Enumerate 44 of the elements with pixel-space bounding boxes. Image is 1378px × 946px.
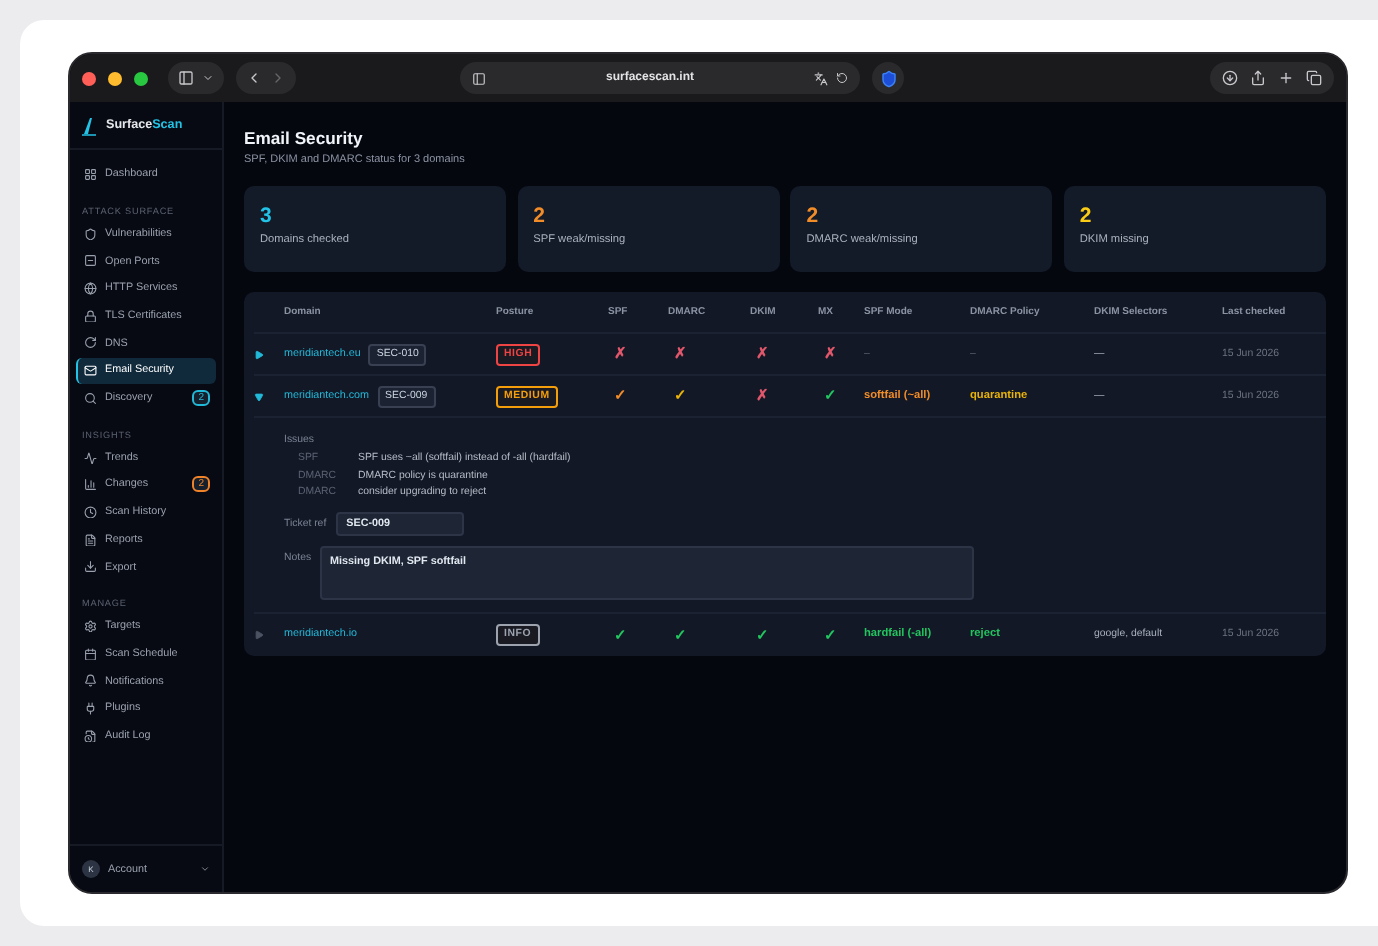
grid-icon	[84, 168, 97, 181]
tabs-icon[interactable]	[1306, 70, 1322, 86]
shield-icon	[879, 69, 897, 87]
stat-value: 3	[260, 204, 274, 228]
extension-button[interactable]	[872, 62, 904, 94]
bar-chart-icon	[84, 478, 97, 492]
share-icon[interactable]	[1250, 70, 1266, 86]
plug-icon	[84, 702, 97, 715]
forward-icon[interactable]	[270, 70, 286, 86]
stat-value: 2	[533, 204, 547, 228]
download-icon[interactable]	[1222, 70, 1238, 86]
close-dot[interactable]	[82, 71, 96, 85]
caret-icon	[200, 864, 210, 874]
logo-icon	[82, 115, 96, 135]
maximize-dot[interactable]	[134, 71, 148, 85]
minimize-dot[interactable]	[108, 71, 122, 85]
plus-icon[interactable]	[1278, 70, 1294, 86]
document-icon	[84, 533, 97, 547]
clock-icon	[84, 505, 97, 519]
lock-icon	[84, 309, 97, 323]
document-icon	[84, 729, 97, 743]
translate-icon[interactable]	[814, 71, 828, 85]
back-icon[interactable]	[246, 70, 262, 86]
mail-icon	[84, 364, 97, 378]
window-icon	[84, 254, 97, 268]
search-icon	[84, 391, 97, 405]
sidebar-icon	[178, 70, 194, 86]
gear-icon	[84, 619, 97, 633]
refresh-icon	[84, 336, 97, 350]
shield-icon	[84, 227, 97, 241]
expand-toggle[interactable]	[254, 349, 264, 359]
pulse-icon	[84, 451, 97, 464]
stat-value: 2	[1079, 204, 1094, 228]
download-icon	[84, 560, 97, 574]
page-title: Email Security	[244, 128, 365, 148]
calendar-icon	[84, 647, 97, 661]
caret-icon	[202, 72, 214, 84]
expand-toggle[interactable]	[254, 629, 264, 640]
expand-toggle[interactable]	[254, 391, 264, 401]
stat-value: 2	[806, 204, 821, 228]
globe-icon	[84, 282, 97, 296]
reload-icon[interactable]	[836, 72, 848, 84]
sidebar-toggle-button[interactable]	[168, 62, 224, 94]
bell-icon	[84, 674, 97, 688]
